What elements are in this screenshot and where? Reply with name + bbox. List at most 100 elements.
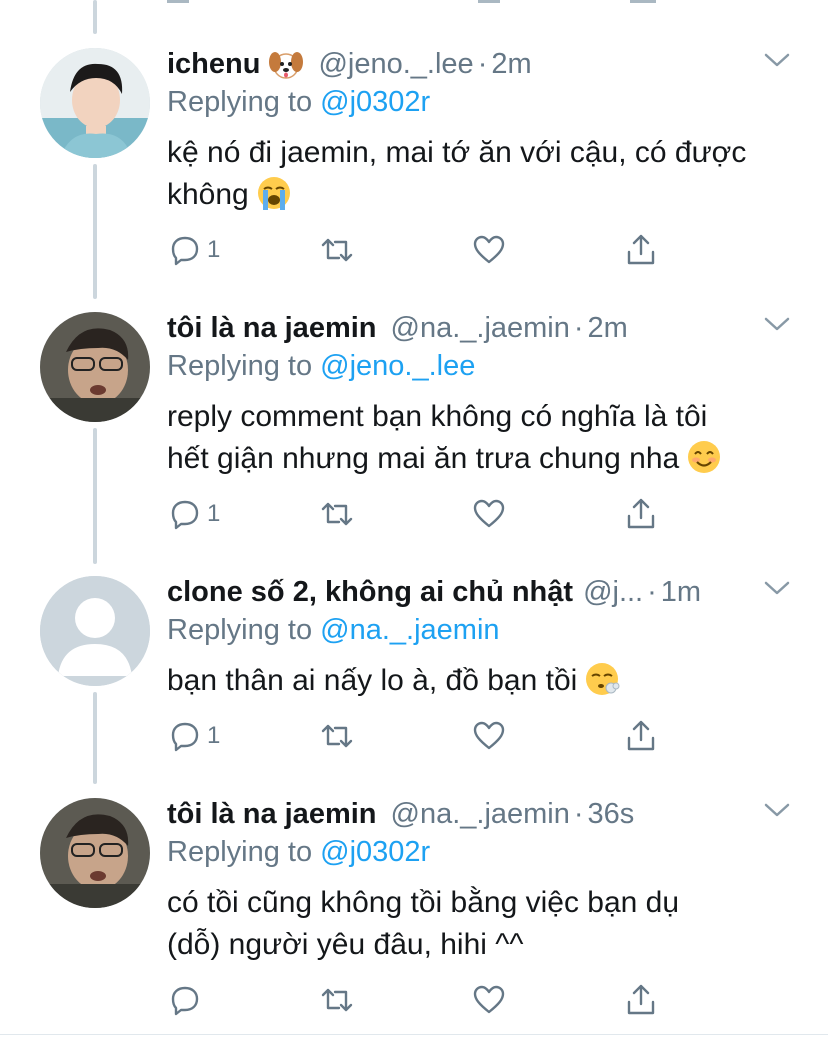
heart-icon [473,235,505,264]
handle[interactable]: @j... [583,576,643,609]
retweet-button[interactable] [319,718,355,754]
reply-button[interactable] [167,982,207,1018]
previous-actions-fragment [0,0,828,10]
tweet-text: bạn thân ai nấy lo à, đồ bạn tồi [167,660,797,702]
reply-mention-link[interactable]: @jeno._.lee [320,350,475,382]
share-button[interactable] [623,982,659,1018]
timestamp[interactable]: 2m [588,312,628,345]
smiling-face-emoji [685,438,723,476]
display-name[interactable]: ichenu [167,48,260,81]
tweet[interactable]: ichenu @jeno._.lee · 2m Replying to @j03… [0,44,828,280]
tweet-actions: 1 [167,496,687,532]
tweet-text: có tồi cũng không tồi bằng việc bạn dụ (… [167,882,797,966]
reply-icon [171,236,199,266]
heart-icon [473,499,505,528]
replying-label: Replying to [167,836,313,868]
thread-line [93,0,97,34]
share-icon [627,720,655,751]
retweet-button[interactable] [319,982,355,1018]
avatar[interactable] [40,798,150,908]
tweet-text-segment: bạn thân ai nấy lo à, đồ bạn tồi [167,664,578,697]
tweet[interactable]: tôi là na jaemin @na._.jaemin · 2m Reply… [0,308,828,544]
replying-to: Replying to @na._.jaemin [167,614,500,647]
share-icon [627,234,655,265]
timestamp[interactable]: 1m [661,576,701,609]
reply-count: 1 [207,722,221,749]
like-button[interactable] [471,496,507,532]
divider [0,1034,828,1035]
separator-dot: · [573,797,584,830]
display-name[interactable]: tôi là na jaemin [167,798,377,831]
tweet-text-line: không [167,174,797,216]
reply-count: 1 [207,500,221,527]
separator-dot: · [647,575,657,608]
replying-to: Replying to @j0302r [167,836,430,869]
like-button[interactable] [471,232,507,268]
retweet-icon [321,502,353,526]
retweet-button[interactable] [319,232,355,268]
tweet-actions [167,982,687,1018]
reply-mention-link[interactable]: @j0302r [320,836,430,868]
share-button[interactable] [623,496,659,532]
tweet-text-line: bạn thân ai nấy lo à, đồ bạn tồi [167,660,797,702]
retweet-icon [321,988,353,1012]
replying-label: Replying to [167,86,313,118]
reply-icon [171,722,199,752]
tweet-text: kệ nó đi jaemin, mai tớ ăn với cậu, có đ… [167,132,797,216]
handle[interactable]: @jeno._.lee [318,48,473,81]
dog-face-emoji [268,48,304,80]
tweet-text: reply comment bạn không có nghĩa là tôi … [167,396,797,480]
loudly-crying-face-emoji [255,174,293,212]
tweet-actions: 1 [167,232,687,268]
tweet-header: ichenu @jeno._.lee · 2m [167,44,532,84]
display-name[interactable]: tôi là na jaemin [167,312,377,345]
tweet-text-segment: hết giận nhưng mai ăn trưa chung nha [167,442,680,475]
chevron-down-icon[interactable] [764,316,790,332]
timestamp[interactable]: 36s [588,798,635,831]
tweet-header: clone số 2, không ai chủ nhật @j... · 1m [167,572,701,612]
chevron-down-icon[interactable] [764,52,790,68]
separator-dot: · [477,47,488,80]
avatar[interactable] [40,312,150,422]
reply-button[interactable]: 1 [167,718,220,754]
like-button[interactable] [471,982,507,1018]
avatar[interactable] [40,48,150,158]
tweet[interactable]: tôi là na jaemin @na._.jaemin · 36s Repl… [0,794,828,1030]
heart-icon [473,985,505,1014]
share-icon [627,984,655,1015]
display-name[interactable]: clone số 2, không ai chủ nhật [167,576,573,609]
heart-icon [473,721,505,750]
tweet-text-line: (dỗ) người yêu đâu, hihi ^^ [167,928,524,961]
tweet-header: tôi là na jaemin @na._.jaemin · 2m [167,308,628,348]
reply-count: 1 [207,236,221,263]
retweet-icon [321,724,353,748]
tweet-text-line: hết giận nhưng mai ăn trưa chung nha [167,438,797,480]
retweet-icon [321,238,353,262]
replying-to: Replying to @j0302r [167,86,430,119]
like-button[interactable] [471,718,507,754]
replying-label: Replying to [167,614,313,646]
reply-mention-link[interactable]: @na._.jaemin [320,614,499,646]
tweet[interactable]: clone số 2, không ai chủ nhật @j... · 1m… [0,572,828,772]
chevron-down-icon[interactable] [764,802,790,818]
reply-button[interactable]: 1 [167,496,220,532]
face-exhaling-emoji [583,660,621,698]
tweet-actions: 1 [167,718,687,754]
chevron-down-icon[interactable] [764,580,790,596]
timestamp[interactable]: 2m [491,48,531,81]
default-avatar[interactable] [40,576,150,686]
share-button[interactable] [623,718,659,754]
reply-button[interactable]: 1 [167,232,220,268]
tweet-text-line: có tồi cũng không tồi bằng việc bạn dụ [167,886,680,919]
reply-mention-link[interactable]: @j0302r [320,86,430,118]
separator-dot: · [573,311,584,344]
reply-icon [171,500,199,530]
handle[interactable]: @na._.jaemin [391,312,570,345]
retweet-button[interactable] [319,496,355,532]
replying-label: Replying to [167,350,313,382]
tweet-text-line: kệ nó đi jaemin, mai tớ ăn với cậu, có đ… [167,136,747,169]
tweet-text-segment: không [167,178,249,211]
tweet-text-line: reply comment bạn không có nghĩa là tôi [167,400,708,433]
share-button[interactable] [623,232,659,268]
handle[interactable]: @na._.jaemin [391,798,570,831]
